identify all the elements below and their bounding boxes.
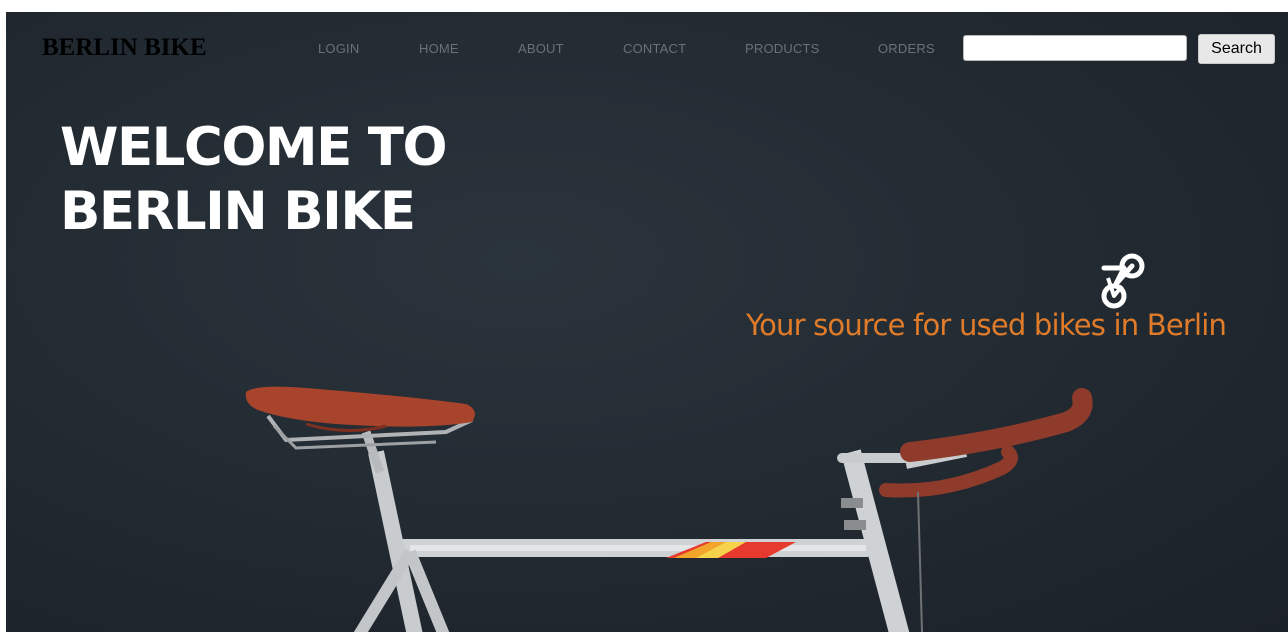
bicycle-icon [1101, 253, 1145, 309]
hero-tagline: Your source for used bikes in Berlin [746, 308, 1227, 342]
nav-link-home[interactable]: HOME [419, 41, 459, 56]
hero-heading-line-2: BERLIN BIKE [60, 181, 416, 242]
nav-link-contact[interactable]: CONTACT [623, 41, 686, 56]
hero-heading-line-1: WELCOME TO [60, 117, 448, 178]
search-input[interactable] [963, 35, 1187, 61]
hero-section: BERLIN BIKE LOGIN HOME ABOUT CONTACT PRO… [6, 12, 1288, 632]
nav-link-about[interactable]: ABOUT [518, 41, 564, 56]
nav-link-orders[interactable]: ORDERS [878, 41, 935, 56]
search-button[interactable]: Search [1198, 34, 1275, 64]
nav-link-products[interactable]: PRODUCTS [745, 41, 820, 56]
nav-link-login[interactable]: LOGIN [318, 41, 359, 56]
hero-heading: WELCOME TO BERLIN BIKE [60, 116, 480, 244]
